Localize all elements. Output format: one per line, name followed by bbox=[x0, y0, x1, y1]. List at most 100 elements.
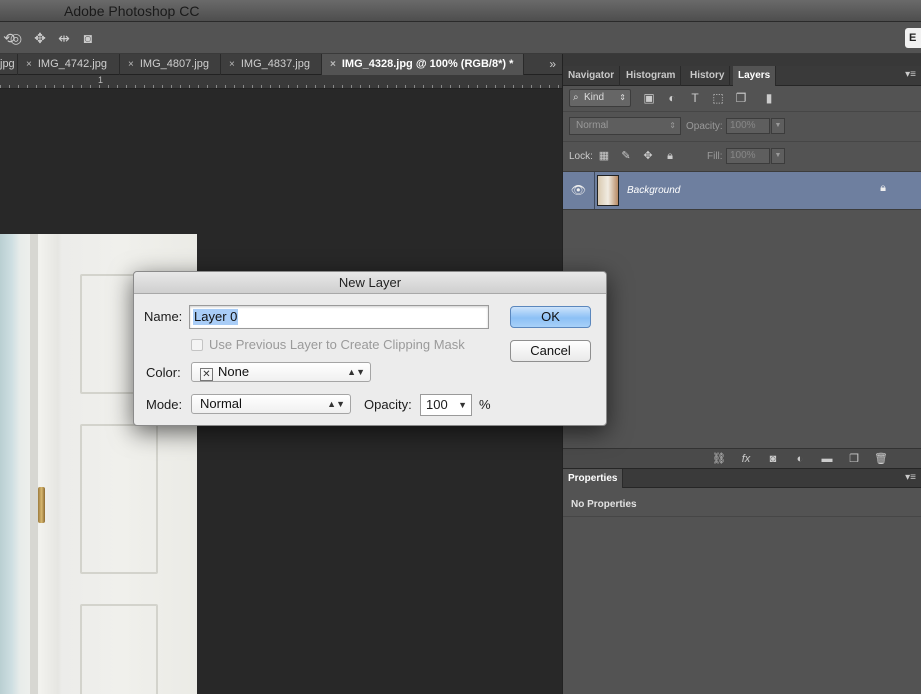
filter-smart-object-icon[interactable]: ❐ bbox=[733, 90, 749, 106]
layer-thumbnail bbox=[597, 175, 619, 206]
new-layer-dialog: New Layer Name: Layer 0 Use Previous Lay… bbox=[133, 271, 607, 426]
blend-mode-select[interactable]: Normal ⇕ bbox=[569, 117, 681, 135]
lock-icon: 🔒︎ bbox=[880, 182, 886, 194]
no-color-icon: ✕ bbox=[200, 368, 213, 381]
blend-mode-value: Normal bbox=[576, 120, 609, 131]
fx-icon[interactable]: fx bbox=[738, 452, 754, 466]
doc-tab[interactable]: × IMG_4837.jpg bbox=[221, 54, 322, 75]
chevron-down-icon[interactable]: ▼ bbox=[771, 118, 785, 134]
options-bar: ⟲ ◎ ✥ ⇹ ◙ E bbox=[0, 22, 921, 54]
new-layer-icon[interactable]: ❐ bbox=[846, 452, 862, 466]
cancel-button[interactable]: Cancel bbox=[510, 340, 591, 362]
doc-tab-label: IMG_4328.jpg @ 100% (RGB/8*) * bbox=[341, 58, 514, 70]
color-select[interactable]: ✕ None ▲▼ bbox=[191, 362, 371, 382]
layer-name-input[interactable]: Layer 0 bbox=[189, 305, 489, 329]
video-camera-icon[interactable]: ◙ bbox=[79, 29, 97, 47]
tab-navigator[interactable]: Navigator bbox=[563, 66, 621, 86]
workspace-button[interactable]: E bbox=[905, 28, 921, 48]
search-icon: ⌕ bbox=[573, 92, 579, 103]
layer-name[interactable]: Background bbox=[627, 185, 680, 196]
filter-adjustment-icon[interactable]: ◐ bbox=[664, 90, 680, 106]
mode-select[interactable]: Normal ▲▼ bbox=[191, 394, 351, 414]
opacity-value: 100 bbox=[426, 397, 448, 412]
chevron-updown-icon: ⇕ bbox=[619, 93, 626, 102]
opacity-value: 100% bbox=[730, 120, 756, 131]
adjustment-layer-icon[interactable]: ◐ bbox=[792, 452, 808, 466]
lock-position-icon[interactable]: ✥ bbox=[641, 149, 655, 163]
trash-icon[interactable]: 🗑︎ bbox=[873, 452, 889, 466]
chevron-updown-icon: ▲▼ bbox=[327, 399, 345, 409]
lock-pixels-icon[interactable]: ✎ bbox=[619, 149, 633, 163]
doc-tab-label: IMG_4807.jpg bbox=[139, 58, 209, 70]
name-label: Name: bbox=[144, 309, 183, 324]
panel-tabs: Navigator Histogram History Layers ▾≡ bbox=[563, 66, 921, 86]
link-layers-icon[interactable]: ⛓︎ bbox=[711, 452, 727, 466]
no-properties-text: No Properties bbox=[571, 499, 637, 510]
clipping-mask-label: Use Previous Layer to Create Clipping Ma… bbox=[209, 337, 465, 352]
filter-toggle-icon[interactable]: ▮ bbox=[761, 90, 777, 106]
layers-panel: ⌕ Kind ⇕ ▣ ◐ T ⬚ ❐ ▮ Normal ⇕ Opacity: 1… bbox=[563, 86, 921, 448]
doc-tab[interactable]: × IMG_4742.jpg bbox=[18, 54, 120, 75]
fill-value: 100% bbox=[730, 150, 756, 161]
filter-kind-label: Kind bbox=[584, 92, 605, 103]
door-panel bbox=[80, 424, 158, 574]
horizontal-ruler: 1 bbox=[0, 75, 562, 89]
tab-properties[interactable]: Properties bbox=[563, 469, 624, 489]
close-icon[interactable]: × bbox=[229, 59, 235, 70]
doc-tab-label: jpg bbox=[0, 58, 15, 70]
doc-tab[interactable]: × IMG_4807.jpg bbox=[120, 54, 221, 75]
panel-dock: Navigator Histogram History Layers ▾≡ ⌕ … bbox=[562, 54, 921, 694]
panel-menu-icon[interactable]: ▾≡ bbox=[905, 66, 916, 84]
eye-icon[interactable]: 👁︎ bbox=[563, 172, 595, 209]
opacity-label: Opacity: bbox=[364, 397, 412, 412]
dialog-title: New Layer bbox=[134, 272, 606, 294]
tabs-overflow-icon[interactable]: » bbox=[549, 54, 556, 74]
filter-kind-select[interactable]: ⌕ Kind ⇕ bbox=[569, 89, 631, 107]
blend-row: Normal ⇕ Opacity: 100% ▼ bbox=[563, 112, 921, 142]
app-title: Adobe Photoshop CC bbox=[64, 3, 200, 19]
title-bar: Adobe Photoshop CC bbox=[0, 0, 921, 22]
divider bbox=[563, 516, 921, 517]
ruler-label: 1 bbox=[98, 75, 104, 85]
lock-transparency-icon[interactable]: ▦ bbox=[597, 149, 611, 163]
doc-tab-active[interactable]: × IMG_4328.jpg @ 100% (RGB/8*) * bbox=[322, 54, 524, 75]
orbit-3d-icon[interactable]: ◎ bbox=[7, 29, 25, 47]
chevron-down-icon[interactable]: ▼ bbox=[771, 148, 785, 164]
door-hinge bbox=[38, 487, 45, 523]
layer-filter-row: ⌕ Kind ⇕ ▣ ◐ T ⬚ ❐ ▮ bbox=[563, 86, 921, 112]
opacity-field[interactable]: 100% ▼ bbox=[726, 118, 785, 134]
chevron-down-icon[interactable]: ▼ bbox=[458, 395, 467, 415]
close-icon[interactable]: × bbox=[26, 59, 32, 70]
lock-label: Lock: bbox=[569, 151, 593, 162]
clipping-mask-checkbox[interactable] bbox=[191, 339, 203, 351]
document-tabs: jpg × IMG_4742.jpg × IMG_4807.jpg × IMG_483… bbox=[0, 54, 562, 75]
tab-layers[interactable]: Layers bbox=[733, 66, 777, 86]
properties-panel: No Properties bbox=[563, 488, 921, 694]
mode-label: Mode: bbox=[146, 397, 183, 412]
new-group-icon[interactable]: ▬ bbox=[819, 452, 835, 466]
add-mask-icon[interactable]: ◙ bbox=[765, 452, 781, 466]
doc-tab[interactable]: jpg bbox=[0, 54, 18, 75]
slide-3d-icon[interactable]: ⇹ bbox=[55, 29, 73, 47]
close-icon[interactable]: × bbox=[330, 59, 336, 70]
panel-menu-icon[interactable]: ▾≡ bbox=[905, 469, 916, 487]
opacity-input[interactable]: 100 ▼ bbox=[420, 394, 472, 416]
tab-history[interactable]: History bbox=[685, 66, 731, 86]
close-icon[interactable]: × bbox=[128, 59, 134, 70]
mode-value: Normal bbox=[200, 396, 242, 411]
lock-all-icon[interactable]: 🔒︎ bbox=[663, 149, 677, 163]
pan-3d-icon[interactable]: ✥ bbox=[31, 29, 49, 47]
tab-histogram[interactable]: Histogram bbox=[621, 66, 682, 86]
lock-row: Lock: ▦ ✎ ✥ 🔒︎ Fill: 100% ▼ bbox=[563, 142, 921, 172]
color-value: None bbox=[218, 364, 250, 379]
filter-type-icon[interactable]: T bbox=[687, 90, 703, 106]
opacity-label: Opacity: bbox=[686, 121, 723, 132]
layer-row[interactable]: 👁︎ Background 🔒︎ bbox=[563, 171, 921, 210]
filter-pixel-icon[interactable]: ▣ bbox=[641, 90, 657, 106]
doc-tab-label: IMG_4742.jpg bbox=[37, 58, 107, 70]
color-label: Color: bbox=[146, 365, 181, 380]
chevron-updown-icon: ▲▼ bbox=[347, 367, 365, 377]
ok-button[interactable]: OK bbox=[510, 306, 591, 328]
fill-field[interactable]: 100% ▼ bbox=[726, 148, 785, 164]
filter-shape-icon[interactable]: ⬚ bbox=[710, 90, 726, 106]
